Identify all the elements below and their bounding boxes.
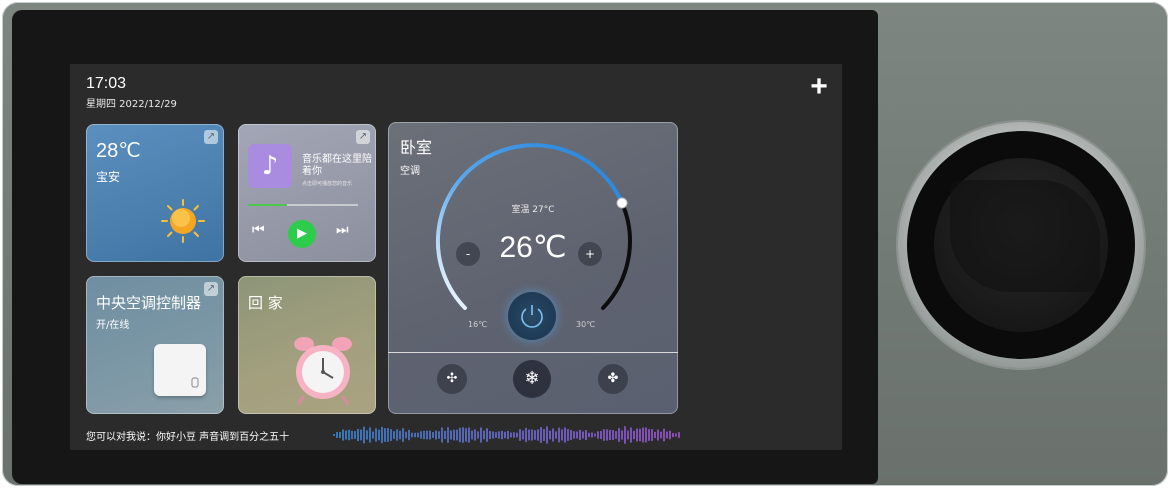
central-ac-title: 中央空调控制器 [96,294,202,312]
clock-date: 星期四 2022/12/29 [86,99,177,110]
controller-device-icon [154,344,206,396]
divider [388,352,678,353]
add-icon[interactable]: + [806,72,832,102]
play-icon[interactable]: ▶ [288,220,316,248]
music-card[interactable]: ↗ ♪ 音乐都在这里陪着你 点击即可播放您的音乐 ⏮ ▶ ⏭ [238,124,376,262]
weather-location: 宝安 [96,170,121,184]
central-ac-status: 开/在线 [96,320,130,331]
rotary-knob[interactable] [898,122,1144,368]
home-screen: 17:03 星期四 2022/12/29 + ↗ 28℃ 宝安 ↗ ♪ 音乐都在… [70,64,842,450]
max-temperature: 30℃ [576,320,596,329]
expand-icon[interactable]: ↗ [204,130,218,144]
fan-low-icon[interactable]: ✣ [437,364,467,394]
previous-track-icon[interactable]: ⏮ [252,222,265,238]
home-scene-title: 回 家 [248,294,283,312]
weather-card[interactable]: ↗ 28℃ 宝安 [86,124,224,262]
device-name: 空调 [400,166,420,177]
music-subtitle: 点击即可播放您的音乐 [302,181,353,187]
voice-prompt: 您可以对我说：你好小豆 声音调到百分之五十 [86,432,290,443]
fan-high-icon[interactable]: ✤ [598,364,628,394]
music-progress-fill [248,204,287,206]
home-scene-card[interactable]: 回 家 [238,276,376,414]
increase-button[interactable]: + [578,242,602,266]
expand-icon[interactable]: ↗ [204,282,218,296]
expand-icon[interactable]: ↗ [356,130,370,144]
controller-port-icon [191,377,199,388]
power-button[interactable] [508,292,556,340]
next-track-icon[interactable]: ⏭ [336,222,349,238]
music-title: 音乐都在这里陪着你 [302,154,372,177]
weather-temperature: 28℃ [96,140,141,162]
sun-icon [161,199,205,243]
snowflake-icon[interactable]: ❄ [513,360,551,398]
alarm-clock-icon [294,337,352,405]
clock-time: 17:03 [86,75,127,92]
screen-bezel: 17:03 星期四 2022/12/29 + ↗ 28℃ 宝安 ↗ ♪ 音乐都在… [12,10,878,484]
smart-panel-device: 17:03 星期四 2022/12/29 + ↗ 28℃ 宝安 ↗ ♪ 音乐都在… [2,2,1168,486]
decrease-button[interactable]: - [456,242,480,266]
min-temperature: 16℃ [468,320,488,329]
voice-waveform [333,426,680,444]
power-icon [521,305,543,328]
knob-display [950,180,1100,292]
central-ac-card[interactable]: ↗ 中央空调控制器 开/在线 [86,276,224,414]
music-progress[interactable] [248,204,358,206]
bedroom-ac-card[interactable]: 卧室 空调 室温 27°C 26℃ - + 16℃ 30℃ ✣ ❄ ✤ [388,122,678,414]
setpoint-temperature: 26℃ [499,231,567,264]
indoor-temperature: 室温 27°C [511,205,555,215]
music-note-icon: ♪ [248,144,292,188]
